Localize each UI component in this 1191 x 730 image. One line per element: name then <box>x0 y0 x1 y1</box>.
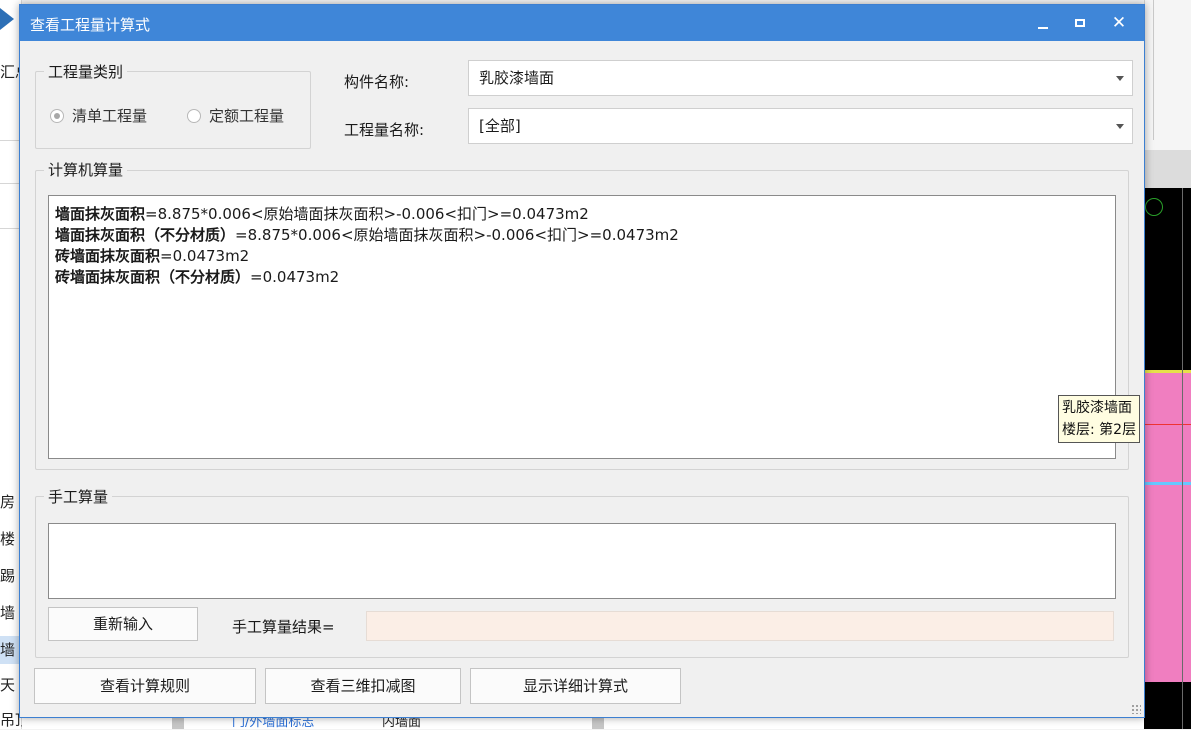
close-icon: ✕ <box>1111 13 1127 33</box>
close-button[interactable]: ✕ <box>1102 5 1136 41</box>
view-3d-deduction-button[interactable]: 查看三维扣减图 <box>265 668 461 704</box>
maximize-icon <box>1075 19 1085 27</box>
formula-line: 墙面抹灰面积（不分材质）=8.875*0.006<原始墙面抹灰面积>-0.006… <box>55 225 1109 246</box>
component-name-label: 构件名称: <box>344 73 410 91</box>
radio-bill-quantity-label: 清单工程量 <box>72 107 148 125</box>
radio-unselected-icon <box>187 108 201 123</box>
chevron-down-icon <box>1116 76 1124 81</box>
manual-result-label: 手工算量结果= <box>232 618 335 636</box>
manual-calc-group-label: 手工算量 <box>44 486 113 507</box>
view-calc-rules-button[interactable]: 查看计算规则 <box>34 668 256 704</box>
formula-expression: =0.0473m2 <box>160 247 250 265</box>
manual-calc-input[interactable] <box>48 523 1116 599</box>
formula-name: 墙面抹灰面积 <box>55 205 146 223</box>
formula-expression: =8.875*0.006<原始墙面抹灰面积>-0.006<扣门>=0.0473m… <box>235 226 679 244</box>
canvas-tooltip: 乳胶漆墙面 楼层: 第2层 <box>1058 395 1141 443</box>
radio-quota-quantity-label: 定额工程量 <box>209 107 285 125</box>
formula-expression: =0.0473m2 <box>250 268 340 286</box>
computer-calc-formula-box[interactable]: 墙面抹灰面积=8.875*0.006<原始墙面抹灰面积>-0.006<扣门>=0… <box>48 195 1116 459</box>
drawing-canvas[interactable] <box>1144 188 1191 729</box>
canvas-wall-face <box>1144 370 1191 482</box>
maximize-button[interactable] <box>1063 5 1097 41</box>
minimize-icon <box>1038 27 1048 29</box>
canvas-gray-line <box>1182 188 1183 729</box>
component-name-select[interactable]: 乳胶漆墙面 <box>468 60 1133 96</box>
background-toolbar-strip <box>1144 150 1191 188</box>
radio-selected-icon <box>50 108 64 123</box>
chevron-down-icon <box>1116 124 1124 129</box>
radio-quota-quantity[interactable]: 定额工程量 <box>187 105 284 126</box>
background-ribbon <box>1144 0 1191 150</box>
computer-calc-group-label: 计算机算量 <box>44 159 128 180</box>
app-logo-icon <box>0 8 14 30</box>
minimize-button[interactable] <box>1026 5 1060 41</box>
canvas-axis-circle <box>1145 198 1163 216</box>
tooltip-floor: 楼层: 第2层 <box>1062 422 1137 438</box>
formula-line: 砖墙面抹灰面积=0.0473m2 <box>55 246 1109 267</box>
quantity-name-label: 工程量名称: <box>344 121 425 139</box>
radio-bill-quantity[interactable]: 清单工程量 <box>50 105 147 126</box>
view-quantity-formula-dialog: 查看工程量计算式 ✕ 工程量类别 清单工程量 定额工程量 构件名称: 乳胶漆墙面… <box>19 4 1145 718</box>
manual-result-field[interactable] <box>366 611 1114 641</box>
show-detailed-formula-button[interactable]: 显示详细计算式 <box>470 668 681 704</box>
formula-line: 墙面抹灰面积=8.875*0.006<原始墙面抹灰面积>-0.006<扣门>=0… <box>55 204 1109 225</box>
formula-name: 墙面抹灰面积（不分材质） <box>55 226 236 244</box>
reenter-button[interactable]: 重新输入 <box>48 607 198 641</box>
resize-grip-icon[interactable] <box>1131 704 1141 714</box>
canvas-wall-face <box>1144 482 1191 682</box>
quantity-type-group-label: 工程量类别 <box>44 61 128 82</box>
dialog-title-bar[interactable]: 查看工程量计算式 ✕ <box>20 5 1144 41</box>
canvas-red-line <box>1144 424 1191 425</box>
quantity-name-select[interactable]: [全部] <box>468 108 1133 144</box>
tooltip-component-name: 乳胶漆墙面 <box>1062 400 1132 416</box>
formula-expression: =8.875*0.006<原始墙面抹灰面积>-0.006<扣门>=0.0473m… <box>145 205 589 223</box>
formula-name: 砖墙面抹灰面积（不分材质） <box>55 268 251 286</box>
quantity-name-value: [全部] <box>479 117 521 135</box>
formula-line: 砖墙面抹灰面积（不分材质）=0.0473m2 <box>55 267 1109 288</box>
component-name-value: 乳胶漆墙面 <box>479 69 555 87</box>
dialog-title: 查看工程量计算式 <box>30 16 151 34</box>
formula-name: 砖墙面抹灰面积 <box>55 247 161 265</box>
